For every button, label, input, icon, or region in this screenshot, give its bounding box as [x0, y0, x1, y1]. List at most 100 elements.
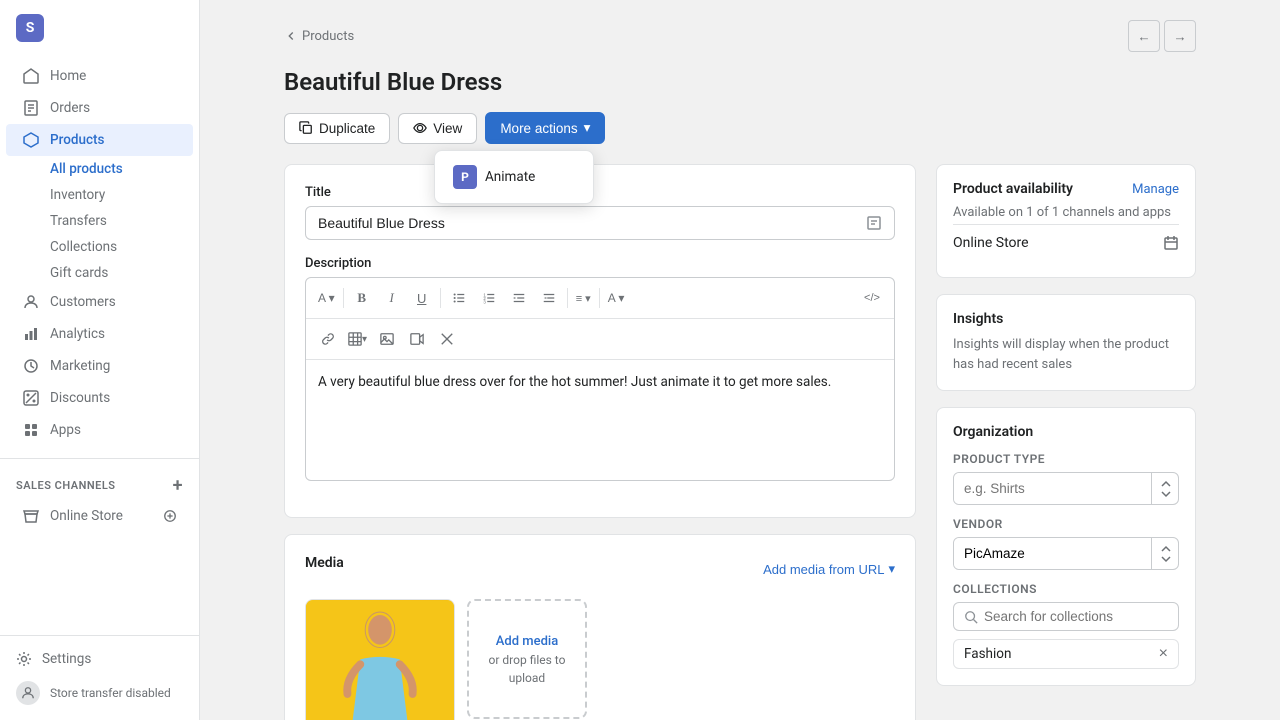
manage-link[interactable]: Manage	[1132, 182, 1179, 197]
sidebar-item-products[interactable]: Products	[6, 124, 193, 156]
sidebar-sub-collections[interactable]: Collections	[50, 234, 193, 260]
sidebar-sub-all-products[interactable]: All products	[50, 156, 193, 182]
rte-source-btn[interactable]: </>	[858, 284, 886, 312]
rte-ul-btn[interactable]	[445, 284, 473, 312]
product-image[interactable]	[305, 599, 455, 720]
sidebar-item-analytics[interactable]: Analytics	[6, 318, 193, 350]
collection-tag-fashion: Fashion ×	[953, 639, 1179, 669]
description-label: Description	[305, 256, 895, 271]
apps-icon	[22, 421, 40, 439]
products-submenu: All products Inventory Transfers Collect…	[0, 156, 199, 286]
action-bar: Duplicate View More actions ▾ P Animate	[284, 112, 1196, 144]
availability-item-online-store: Online Store	[953, 224, 1179, 261]
vendor-stepper[interactable]	[1151, 538, 1179, 569]
collections-label: COLLECTIONS	[953, 582, 1179, 596]
rte-color-btn[interactable]: A ▾	[604, 284, 629, 312]
content-main: Title Description A ▾	[284, 164, 916, 720]
organization-card: Organization Product type Vendor	[936, 407, 1196, 686]
page-title: Beautiful Blue Dress	[284, 68, 1196, 96]
rte-ol-btn[interactable]: 123	[475, 284, 503, 312]
sidebar-item-label: Apps	[50, 422, 81, 438]
next-product-btn[interactable]: →	[1164, 20, 1196, 52]
add-media-url-button[interactable]: Add media from URL ▾	[763, 561, 895, 577]
rte-divider-4	[599, 288, 600, 308]
marketing-icon	[22, 357, 40, 375]
remove-collection-btn[interactable]: ×	[1159, 646, 1168, 662]
rte-video-btn[interactable]	[403, 325, 431, 353]
title-label: Title	[305, 185, 895, 200]
sidebar-item-customers[interactable]: Customers	[6, 286, 193, 318]
product-availability-card: Product availability Manage Available on…	[936, 164, 1196, 278]
product-type-input[interactable]	[954, 473, 1151, 504]
collections-search-box	[953, 602, 1179, 631]
rte-underline-btn[interactable]: U	[408, 284, 436, 312]
title-input[interactable]	[318, 215, 866, 231]
sidebar-sub-transfers[interactable]: Transfers	[50, 208, 193, 234]
more-actions-button[interactable]: More actions ▾	[485, 112, 605, 144]
store-icon	[22, 507, 40, 525]
description-content[interactable]: A very beautiful blue dress over for the…	[306, 360, 894, 480]
rte-divider-2	[440, 288, 441, 308]
insights-title: Insights	[953, 311, 1003, 327]
home-icon	[22, 67, 40, 85]
insights-text: Insights will display when the product h…	[953, 335, 1179, 374]
rte-link-btn[interactable]	[314, 325, 342, 353]
rte-italic-btn[interactable]: I	[378, 284, 406, 312]
collections-search-input[interactable]	[984, 609, 1168, 624]
rte-divider-1	[343, 288, 344, 308]
sidebar-item-home[interactable]: Home	[6, 60, 193, 92]
rte-table-btn[interactable]: ▾	[344, 325, 371, 353]
sidebar-item-orders[interactable]: Orders	[6, 92, 193, 124]
add-sales-channel-icon[interactable]: +	[173, 475, 183, 496]
sidebar-logo: S	[0, 0, 199, 56]
insights-header: Insights	[953, 311, 1179, 327]
channel-name: Online Store	[953, 235, 1029, 251]
vendor-label: Vendor	[953, 517, 1179, 531]
availability-title: Product availability	[953, 181, 1073, 197]
prev-product-btn[interactable]: ←	[1128, 20, 1160, 52]
avatar	[16, 681, 40, 705]
rte-bold-btn[interactable]: B	[348, 284, 376, 312]
sidebar-sub-gift-cards[interactable]: Gift cards	[50, 260, 193, 286]
content-layout: Title Description A ▾	[284, 164, 1196, 720]
sidebar-sub-inventory[interactable]: Inventory	[50, 182, 193, 208]
product-type-label: Product type	[953, 452, 1179, 466]
breadcrumb[interactable]: Products	[284, 29, 354, 44]
sidebar-item-label: Products	[50, 132, 104, 148]
media-header: Media Add media from URL ▾	[305, 555, 895, 583]
sidebar-item-settings[interactable]: Settings	[0, 644, 199, 674]
discounts-icon	[22, 389, 40, 407]
nav-arrows: ← →	[1128, 20, 1196, 52]
vendor-input[interactable]	[954, 538, 1151, 569]
sidebar-item-marketing[interactable]: Marketing	[6, 350, 193, 382]
search-icon	[964, 610, 978, 624]
more-actions-dropdown: P Animate	[434, 150, 594, 204]
rte-toolbar-row-1: A ▾ B I U 123	[306, 278, 894, 319]
duplicate-button[interactable]: Duplicate	[284, 113, 390, 144]
calendar-icon[interactable]	[1163, 235, 1179, 251]
org-title: Organization	[953, 424, 1033, 440]
sidebar-item-apps[interactable]: Apps	[6, 414, 193, 446]
rte-indent-btn[interactable]	[505, 284, 533, 312]
rte-outdent-btn[interactable]	[535, 284, 563, 312]
view-button[interactable]: View	[398, 113, 477, 144]
media-upload-placeholder[interactable]: Add media or drop files to upload	[467, 599, 587, 719]
animate-icon: P	[453, 165, 477, 189]
customers-icon	[22, 293, 40, 311]
sidebar-item-online-store[interactable]: Online Store	[6, 500, 193, 532]
sidebar-item-discounts[interactable]: Discounts	[6, 382, 193, 414]
logo-icon: S	[16, 14, 44, 42]
product-type-stepper[interactable]	[1151, 473, 1179, 504]
rte-toolbar-row-2: ▾	[306, 319, 894, 360]
animate-option[interactable]: P Animate	[441, 157, 587, 197]
insights-card: Insights Insights will display when the …	[936, 294, 1196, 391]
rte-divider-3	[567, 288, 568, 308]
rte-text-btn[interactable]: A ▾	[314, 284, 339, 312]
rte-clear-btn[interactable]	[433, 325, 461, 353]
sidebar-item-store-transfer[interactable]: Store transfer disabled	[0, 674, 199, 712]
rte-align-btn[interactable]: ≡ ▾	[572, 284, 595, 312]
availability-header: Product availability Manage	[953, 181, 1179, 197]
sidebar-item-label: Discounts	[50, 390, 110, 406]
title-input-wrapper	[305, 206, 895, 240]
rte-image-btn[interactable]	[373, 325, 401, 353]
